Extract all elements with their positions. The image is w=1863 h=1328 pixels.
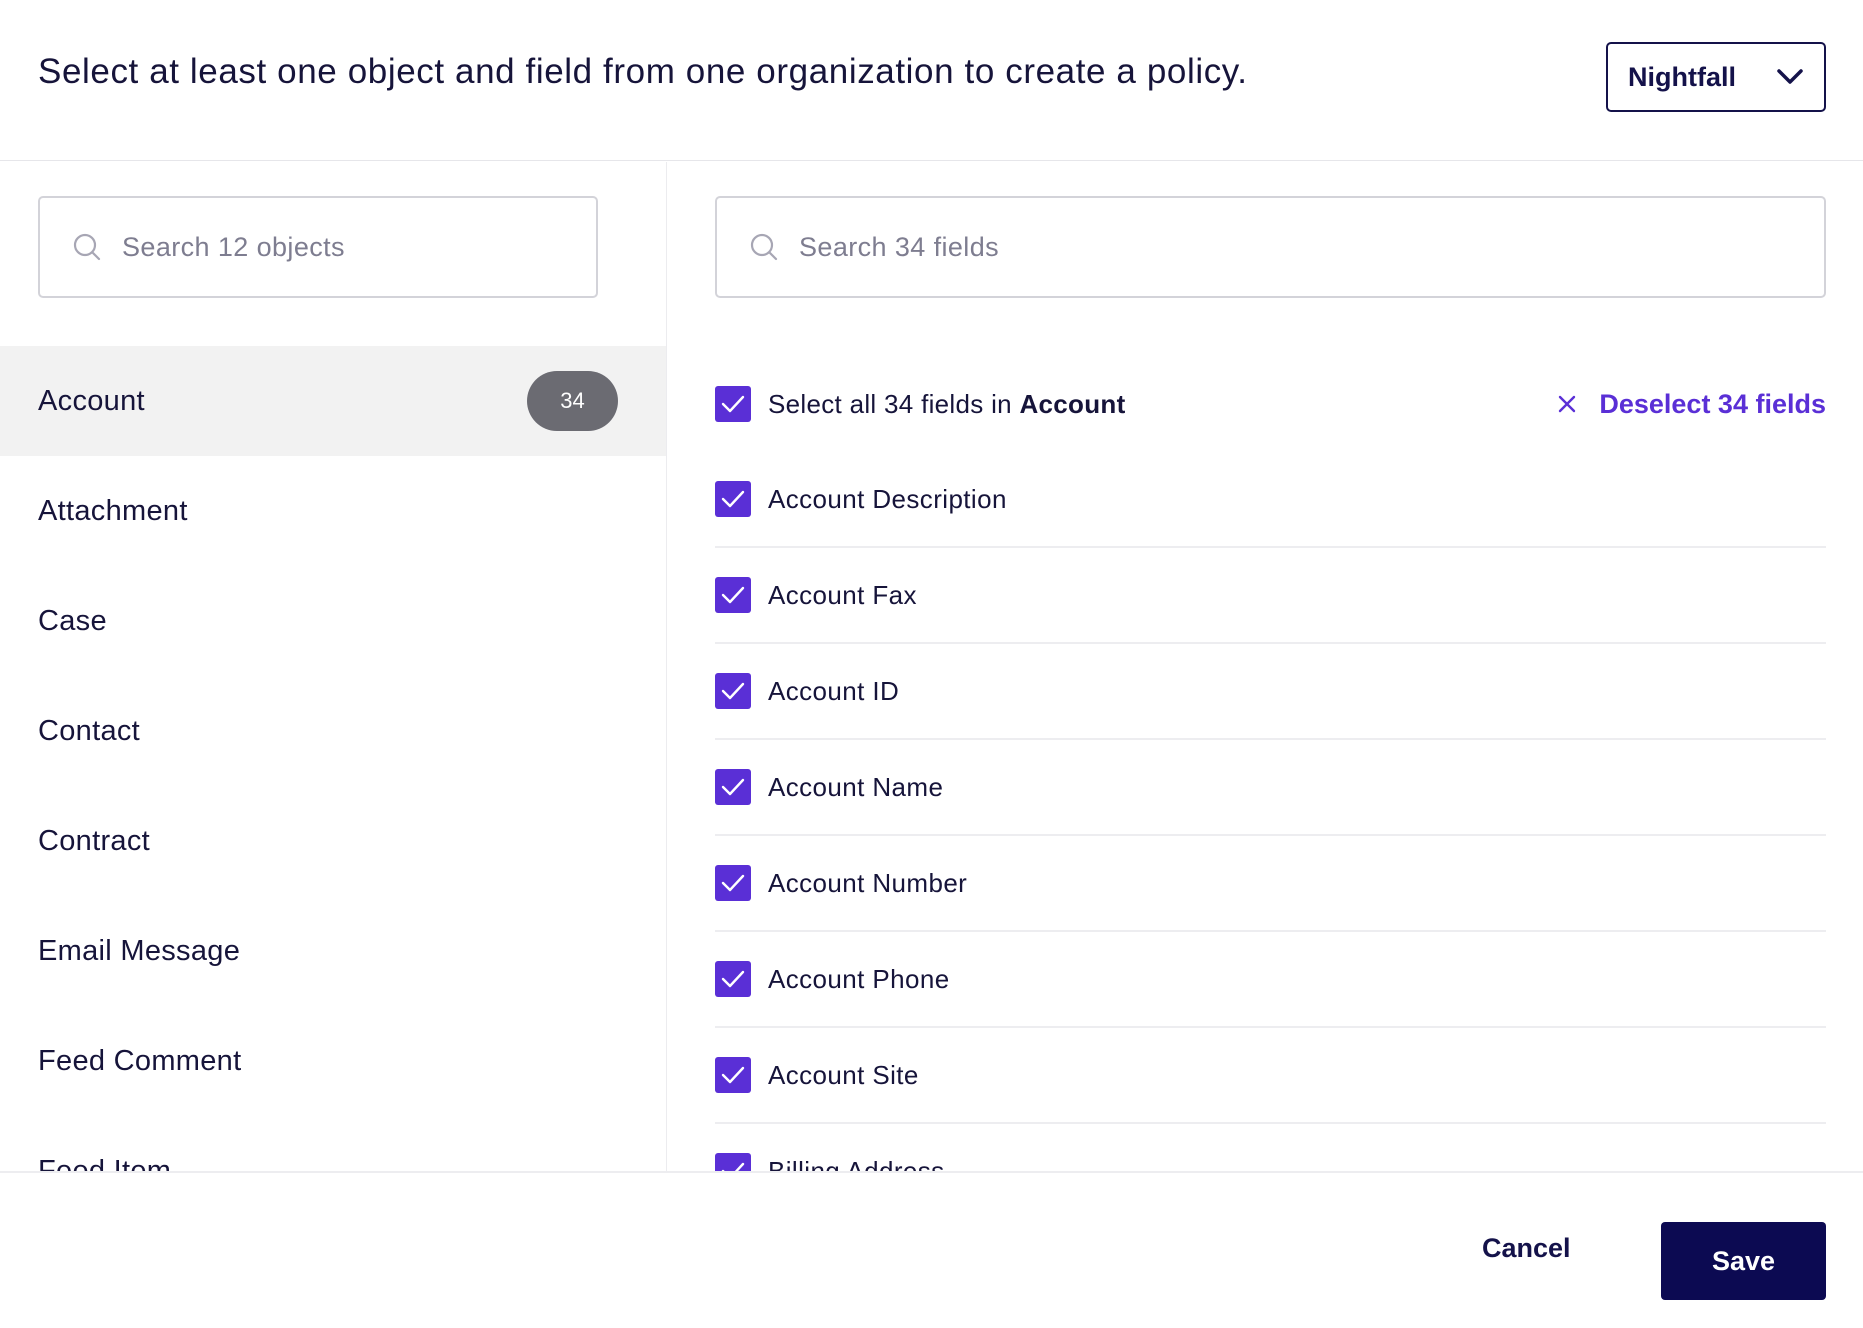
modal-header: Select at least one object and field fro…	[0, 0, 1863, 161]
field-checkbox[interactable]	[715, 481, 751, 517]
checkmark-icon	[721, 778, 745, 796]
select-all-label: Select all 34 fields in Account	[768, 389, 1126, 420]
field-checkbox[interactable]	[715, 1057, 751, 1093]
field-search-input[interactable]	[799, 231, 1824, 263]
field-label: Account Number	[768, 867, 968, 898]
field-count-badge: 34	[527, 371, 618, 431]
objects-panel: Account 34 Attachment Case Contact Contr…	[0, 162, 667, 1171]
object-item-feed-comment[interactable]: Feed Comment	[0, 1006, 666, 1116]
field-search-box[interactable]	[715, 196, 1826, 298]
field-label: Account Fax	[768, 579, 917, 610]
field-label: Account ID	[768, 675, 900, 706]
field-item-account-phone[interactable]: Account Phone	[715, 932, 1826, 1028]
object-item-label: Case	[38, 604, 107, 637]
object-item-account[interactable]: Account 34	[0, 346, 666, 456]
checkmark-icon	[721, 395, 745, 413]
field-checkbox[interactable]	[715, 865, 751, 901]
chevron-down-icon	[1777, 69, 1803, 84]
cancel-button[interactable]: Cancel	[1482, 1233, 1571, 1264]
field-label: Account Name	[768, 771, 944, 802]
field-label: Account Site	[768, 1059, 919, 1090]
select-all-prefix: Select all 34 fields in	[768, 388, 1020, 419]
field-item-account-fax[interactable]: Account Fax	[715, 548, 1826, 644]
field-label: Account Description	[768, 483, 1007, 514]
field-label: Billing Address	[768, 1155, 945, 1172]
object-item-attachment[interactable]: Attachment	[0, 456, 666, 566]
checkmark-icon	[721, 586, 745, 604]
organization-select[interactable]: Nightfall	[1606, 42, 1826, 112]
deselect-all-button[interactable]: Deselect 34 fields	[1557, 389, 1826, 420]
object-item-email-message[interactable]: Email Message	[0, 896, 666, 1006]
object-list: Account 34 Attachment Case Contact Contr…	[0, 346, 666, 1172]
close-icon	[1559, 395, 1576, 413]
field-item-account-description[interactable]: Account Description	[715, 452, 1826, 548]
checkmark-icon	[721, 1162, 745, 1171]
field-checkbox[interactable]	[715, 577, 751, 613]
field-list: Account Description Account Fax Account …	[715, 452, 1826, 1171]
field-item-account-site[interactable]: Account Site	[715, 1028, 1826, 1124]
checkmark-icon	[721, 682, 745, 700]
object-item-label: Contact	[38, 714, 141, 747]
field-checkbox[interactable]	[715, 769, 751, 805]
object-item-contact[interactable]: Contact	[0, 676, 666, 786]
object-item-label: Email Message	[38, 934, 241, 967]
field-label: Account Phone	[768, 963, 950, 994]
search-icon	[750, 233, 778, 261]
deselect-all-label: Deselect 34 fields	[1599, 388, 1826, 419]
select-all-object-name: Account	[1019, 388, 1126, 419]
object-item-feed-item[interactable]: Feed Item	[0, 1116, 666, 1172]
object-item-label: Contract	[38, 824, 150, 857]
search-icon	[73, 233, 101, 261]
object-item-case[interactable]: Case	[0, 566, 666, 676]
organization-select-value: Nightfall	[1628, 61, 1736, 92]
fields-panel: Select all 34 fields in Account Deselect…	[668, 162, 1863, 1171]
object-item-label: Attachment	[38, 494, 188, 527]
field-item-account-number[interactable]: Account Number	[715, 836, 1826, 932]
object-item-contract[interactable]: Contract	[0, 786, 666, 896]
field-item-billing-address[interactable]: Billing Address	[715, 1124, 1826, 1171]
object-item-label: Feed Item	[38, 1154, 172, 1172]
checkmark-icon	[721, 874, 745, 892]
field-item-account-name[interactable]: Account Name	[715, 740, 1826, 836]
select-all-checkbox[interactable]	[715, 386, 751, 422]
object-item-label: Feed Comment	[38, 1044, 242, 1077]
save-button[interactable]: Save	[1661, 1222, 1826, 1300]
modal-footer: Cancel Save	[0, 1171, 1863, 1328]
object-search-box[interactable]	[38, 196, 598, 298]
field-item-account-id[interactable]: Account ID	[715, 644, 1826, 740]
field-checkbox[interactable]	[715, 1153, 751, 1171]
checkmark-icon	[721, 490, 745, 508]
checkmark-icon	[721, 1066, 745, 1084]
instruction-text: Select at least one object and field fro…	[38, 52, 1248, 91]
select-all-row: Select all 34 fields in Account Deselect…	[715, 374, 1826, 434]
object-item-label: Account	[38, 384, 145, 417]
object-search-input[interactable]	[122, 231, 596, 263]
checkmark-icon	[721, 970, 745, 988]
field-checkbox[interactable]	[715, 673, 751, 709]
field-checkbox[interactable]	[715, 961, 751, 997]
